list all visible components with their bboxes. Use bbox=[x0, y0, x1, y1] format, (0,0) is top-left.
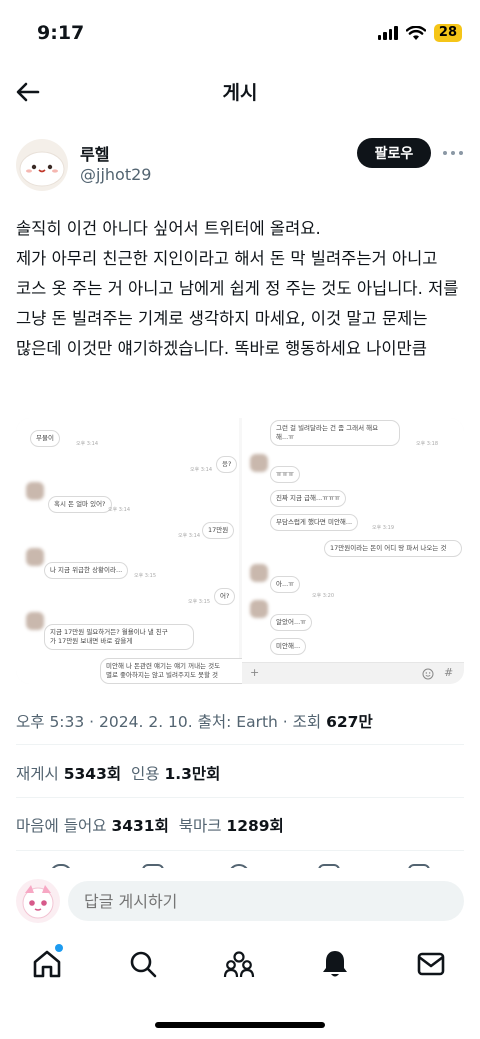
chat-time: 오후 3:15 bbox=[134, 573, 157, 579]
chat-bubble: 미안해... bbox=[270, 638, 307, 655]
post-header: 게시 bbox=[0, 70, 480, 114]
tweet-meta: 오후 5:33 · 2024. 2. 10. 출처: Earth · 조회 62… bbox=[16, 710, 373, 732]
blurred-avatar bbox=[250, 600, 268, 618]
quotes-label[interactable]: 인용 bbox=[131, 765, 160, 783]
divider bbox=[16, 850, 464, 851]
tweet-timestamp-source: 오후 5:33 · 2024. 2. 10. 출처: Earth · 조회 bbox=[16, 713, 327, 731]
plus-icon: + bbox=[250, 666, 260, 679]
chat-line: 그런 걸 빌려달라는 건 좀 그래서 해요 bbox=[276, 424, 379, 432]
blurred-avatar bbox=[26, 612, 44, 630]
home-notification-dot bbox=[55, 944, 63, 952]
stats-row-reposts: 재게시 5343회 인용 1.3만회 bbox=[16, 762, 220, 784]
chat-line: 해...ㅠ bbox=[276, 433, 295, 441]
status-icons: 28 bbox=[377, 24, 462, 42]
home-indicator bbox=[155, 1022, 325, 1028]
reposts-count[interactable]: 5343회 bbox=[64, 765, 121, 783]
quotes-count[interactable]: 1.3만회 bbox=[164, 765, 220, 783]
stats-row-likes: 마음에 들어요 3431회 북마크 1289회 bbox=[16, 814, 284, 836]
view-count[interactable]: 627만 bbox=[326, 713, 373, 731]
chat-bubble: 무물이 bbox=[30, 430, 60, 447]
notifications-icon[interactable] bbox=[319, 948, 351, 980]
blurred-avatar bbox=[250, 564, 268, 582]
chat-bubble: 부담스럽게 했다면 미안해... bbox=[270, 514, 359, 531]
chat-bubble: 진짜 지금 급해...ㅠㅠㅠ bbox=[270, 490, 347, 507]
chat-screenshot-right: 그런 걸 빌려달라는 건 좀 그래서 해요 해...ㅠ 오후 3:18 ㅠㅠㅠ … bbox=[242, 418, 464, 684]
bookmarks-label[interactable]: 북마크 bbox=[179, 817, 222, 835]
chat-bubble: 어? bbox=[214, 588, 236, 605]
chat-time: 오후 3:15 bbox=[188, 599, 211, 605]
chat-bubble: 17만원이라는 돈이 어디 땅 파서 나오는 것 bbox=[324, 540, 462, 557]
chat-bubble: 나 지금 위급한 상황이라... bbox=[44, 562, 129, 579]
page-title: 게시 bbox=[222, 82, 258, 104]
status-time: 9:17 bbox=[37, 22, 85, 44]
chat-bubble: 알았어...ㅠ bbox=[270, 614, 313, 631]
chat-screenshot-left: 무물이 오후 3:14 응? 오후 3:14 혹시 돈 얼마 있어? 오후 3:… bbox=[16, 418, 254, 684]
chat-bubble: 아...ㅠ bbox=[270, 576, 301, 593]
signal-icon bbox=[377, 26, 398, 40]
messages-icon[interactable] bbox=[415, 948, 447, 980]
wifi-icon bbox=[405, 25, 426, 40]
chat-line: 별로 좋아하지는 않고 빌려주지도 못할 것 bbox=[106, 671, 218, 679]
reply-bar bbox=[0, 868, 480, 934]
chat-line: 지금 17만원 필요하거든? 월욜이나 낼 친구 bbox=[50, 628, 168, 636]
blurred-avatar bbox=[26, 548, 44, 566]
tweet-media-image[interactable]: 무물이 오후 3:14 응? 오후 3:14 혹시 돈 얼마 있어? 오후 3:… bbox=[16, 418, 464, 684]
chat-input-bar: + # bbox=[242, 662, 464, 684]
author-handle[interactable]: @jjhot29 bbox=[80, 165, 151, 184]
chat-bubble: 혹시 돈 얼마 있어? bbox=[48, 496, 112, 513]
battery-indicator: 28 bbox=[433, 24, 462, 42]
more-icon[interactable] bbox=[440, 143, 466, 163]
author-name[interactable]: 루헬 bbox=[80, 141, 109, 165]
chat-time: 오후 3:14 bbox=[76, 441, 99, 447]
chat-bubble: 지금 17만원 필요하거든? 월욜이나 낼 친구 가 17만원 보내면 바로 갚… bbox=[44, 624, 194, 650]
divider bbox=[16, 797, 464, 798]
emoji-icon bbox=[422, 668, 434, 680]
blurred-avatar bbox=[250, 454, 268, 472]
hash-icon: # bbox=[444, 666, 454, 679]
author-avatar[interactable] bbox=[16, 139, 68, 191]
chat-time: 오후 3:14 bbox=[190, 467, 213, 473]
status-bar: 9:17 28 bbox=[0, 0, 480, 70]
bookmarks-count[interactable]: 1289회 bbox=[226, 817, 283, 835]
chat-bubble: 응? bbox=[216, 456, 238, 473]
follow-button[interactable]: 팔로우 bbox=[357, 138, 431, 168]
bottom-tab-bar bbox=[0, 934, 480, 994]
chat-line: 미안해 나 돈관련 얘기는 얘기 꺼내는 것도 bbox=[106, 662, 221, 670]
blurred-avatar bbox=[26, 482, 44, 500]
divider bbox=[16, 744, 464, 745]
reply-input[interactable] bbox=[68, 881, 464, 921]
communities-icon[interactable] bbox=[223, 948, 255, 980]
chat-time: 오후 3:14 bbox=[178, 533, 201, 539]
chat-line: 가 17만원 보내면 바로 갚을게 bbox=[50, 637, 133, 645]
mochi-avatar-icon bbox=[19, 151, 65, 187]
current-user-avatar[interactable] bbox=[16, 879, 60, 923]
chat-bubble: 그런 걸 빌려달라는 건 좀 그래서 해요 해...ㅠ bbox=[270, 420, 400, 446]
chat-time: 오후 3:14 bbox=[108, 507, 131, 513]
reposts-label[interactable]: 재게시 bbox=[16, 765, 59, 783]
user-avatar-icon bbox=[22, 885, 54, 919]
chat-time: 오후 3:19 bbox=[372, 525, 395, 531]
chat-time: 오후 3:20 bbox=[312, 593, 335, 599]
chat-bubble: 17만원 bbox=[202, 522, 235, 539]
author-row: 루헬 @jjhot29 팔로우 bbox=[0, 135, 480, 195]
likes-label[interactable]: 마음에 들어요 bbox=[16, 817, 107, 835]
chat-time: 오후 3:18 bbox=[416, 441, 439, 447]
chat-bubble: 미안해 나 돈관련 얘기는 얘기 꺼내는 것도 별로 좋아하지는 않고 빌려주지… bbox=[100, 658, 254, 684]
search-icon[interactable] bbox=[127, 948, 159, 980]
home-icon[interactable] bbox=[31, 948, 63, 980]
tweet-text: 솔직히 이건 아니다 싶어서 트위터에 올려요. 제가 아무리 친근한 지인이라… bbox=[16, 219, 459, 358]
likes-count[interactable]: 3431회 bbox=[111, 817, 168, 835]
chat-bubble: ㅠㅠㅠ bbox=[270, 466, 300, 483]
